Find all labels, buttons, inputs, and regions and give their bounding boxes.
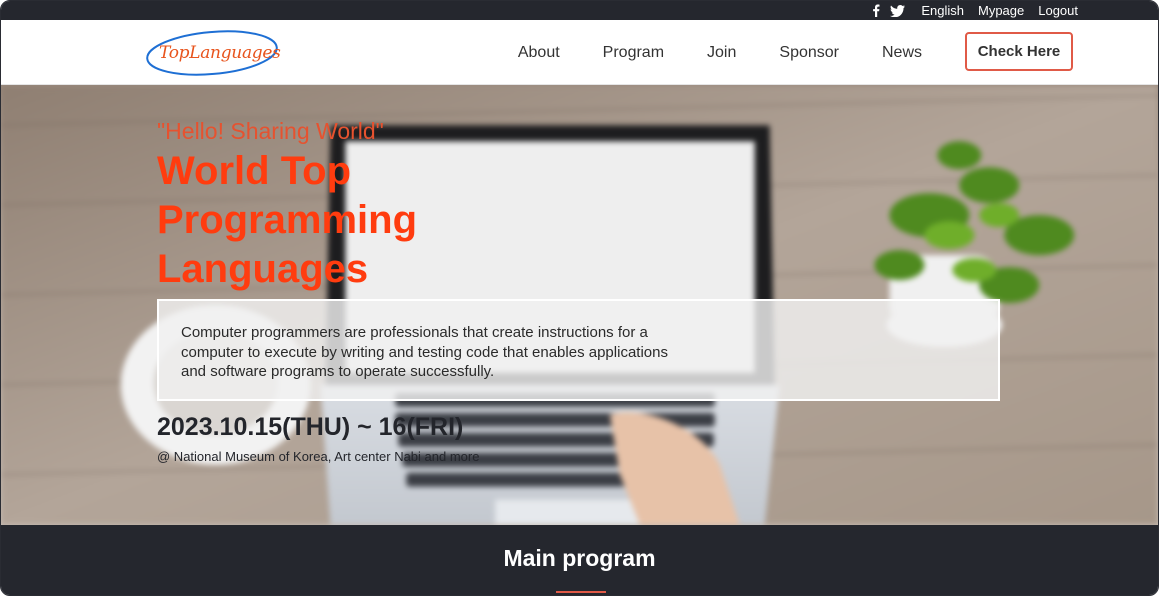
main-nav: About Program Join Sponsor News (518, 20, 922, 85)
nav-join[interactable]: Join (707, 44, 736, 62)
facebook-icon[interactable] (872, 4, 880, 17)
nav-about[interactable]: About (518, 44, 560, 62)
hero-title: World Top Programming Languages (157, 149, 418, 291)
section-title: Main program (503, 545, 656, 571)
social-links (872, 4, 906, 17)
nav-program[interactable]: Program (603, 44, 664, 62)
site-logo[interactable]: TopLanguages (146, 28, 281, 78)
nav-news[interactable]: News (882, 44, 922, 62)
event-date: 2023.10.15(THU) ~ 16(FRI) (157, 413, 464, 441)
section-title-underline (556, 591, 606, 593)
hero-description-box: Computer programmers are professionals t… (157, 299, 1000, 401)
logo-text: TopLanguages (159, 43, 281, 63)
mypage-link[interactable]: Mypage (978, 3, 1024, 18)
language-link[interactable]: English (921, 3, 964, 18)
check-here-button[interactable]: Check Here (965, 32, 1073, 71)
logout-link[interactable]: Logout (1038, 3, 1078, 18)
site-header: TopLanguages About Program Join Sponsor … (1, 20, 1158, 85)
hero-tagline: "Hello! Sharing World" (157, 118, 384, 144)
hero-section: "Hello! Sharing World" World Top Program… (1, 85, 1158, 525)
event-venue: @ National Museum of Korea, Art center N… (157, 449, 480, 464)
twitter-icon[interactable] (890, 4, 906, 17)
nav-sponsor[interactable]: Sponsor (779, 44, 839, 62)
browser-frame: English Mypage Logout TopLanguages About… (0, 0, 1159, 596)
utility-bar: English Mypage Logout (1, 1, 1158, 20)
hero-description: Computer programmers are professionals t… (181, 324, 668, 380)
main-program-section: Main program (1, 525, 1158, 595)
